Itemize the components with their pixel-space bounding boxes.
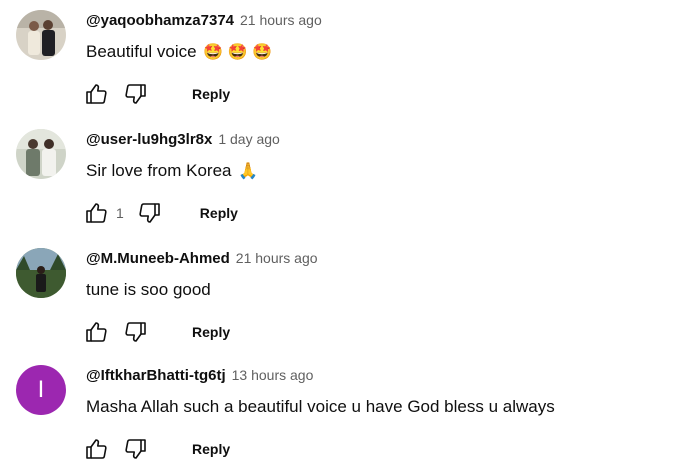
comment-actions: Reply	[80, 433, 230, 465]
dislike-icon	[125, 84, 146, 104]
like-button[interactable]	[80, 316, 112, 348]
author-name[interactable]: @yaqoobhamza7374	[86, 12, 234, 29]
comment-text: Beautiful voice 🤩 🤩 🤩	[86, 42, 272, 62]
timestamp[interactable]: 21 hours ago	[236, 250, 318, 266]
comment-text: tune is soo good	[86, 280, 211, 300]
reply-button[interactable]: Reply	[192, 86, 230, 102]
author-name[interactable]: @M.Muneeb-Ahmed	[86, 250, 230, 267]
timestamp[interactable]: 21 hours ago	[240, 12, 322, 28]
comment-body: Sir love from Korea	[86, 161, 232, 180]
comment-actions: Reply	[80, 316, 230, 348]
reply-button[interactable]: Reply	[200, 205, 238, 221]
like-icon	[86, 203, 107, 223]
comment: @M.Muneeb-Ahmed 21 hours ago tune is soo …	[0, 240, 684, 358]
avatar[interactable]	[16, 248, 66, 298]
comment-header: @user-lu9hg3lr8x 1 day ago	[86, 131, 280, 149]
dislike-icon	[125, 439, 146, 459]
dislike-button[interactable]	[120, 316, 152, 348]
author-name[interactable]: @IftkharBhatti-tg6tj	[86, 367, 226, 384]
comment-body: tune is soo good	[86, 280, 211, 299]
avatar[interactable]	[16, 129, 66, 179]
like-icon	[86, 84, 107, 104]
dislike-icon	[125, 322, 146, 342]
comment-actions: 1 Reply	[80, 197, 238, 229]
comment-body: Masha Allah such a beautiful voice u hav…	[86, 397, 555, 416]
comment: @user-lu9hg3lr8x 1 day ago Sir love from …	[0, 121, 684, 239]
avatar[interactable]: I	[16, 365, 66, 415]
like-icon	[86, 322, 107, 342]
comment-text: Sir love from Korea 🙏	[86, 161, 258, 181]
like-button[interactable]	[80, 197, 112, 229]
avatar-letter: I	[37, 376, 45, 403]
comment: I @IftkharBhatti-tg6tj 13 hours ago Masha…	[0, 357, 684, 475]
author-name[interactable]: @user-lu9hg3lr8x	[86, 131, 212, 148]
dislike-button[interactable]	[120, 433, 152, 465]
comment: @yaqoobhamza7374 21 hours ago Beautiful v…	[0, 2, 684, 120]
like-icon	[86, 439, 107, 459]
comment-actions: Reply	[80, 78, 230, 110]
emoji: 🙏	[238, 163, 259, 180]
avatar[interactable]	[16, 10, 66, 60]
dislike-button[interactable]	[134, 197, 166, 229]
comment-header: @IftkharBhatti-tg6tj 13 hours ago	[86, 367, 313, 385]
timestamp[interactable]: 1 day ago	[218, 131, 280, 147]
comment-body: Beautiful voice	[86, 42, 197, 61]
emoji: 🤩 🤩 🤩	[203, 44, 272, 61]
reply-button[interactable]: Reply	[192, 324, 230, 340]
timestamp[interactable]: 13 hours ago	[232, 367, 314, 383]
comment-header: @M.Muneeb-Ahmed 21 hours ago	[86, 250, 318, 268]
like-button[interactable]	[80, 78, 112, 110]
like-count: 1	[116, 205, 124, 221]
like-button[interactable]	[80, 433, 112, 465]
comment-text: Masha Allah such a beautiful voice u hav…	[86, 397, 555, 417]
dislike-button[interactable]	[120, 78, 152, 110]
comment-header: @yaqoobhamza7374 21 hours ago	[86, 12, 322, 30]
dislike-icon	[139, 203, 160, 223]
reply-button[interactable]: Reply	[192, 441, 230, 457]
